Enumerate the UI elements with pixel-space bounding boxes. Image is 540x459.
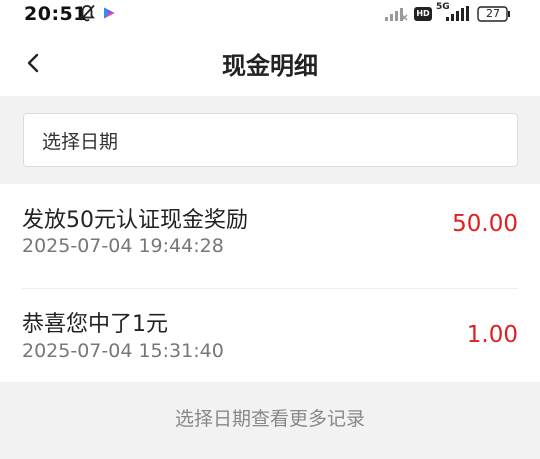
nav-bar: 现金明细 <box>0 30 540 96</box>
date-picker-input[interactable]: 选择日期 <box>23 113 518 167</box>
battery-level: 27 <box>486 7 500 20</box>
divider <box>22 288 518 289</box>
date-picker-placeholder: 选择日期 <box>42 130 119 153</box>
list-item[interactable]: 恭喜您中了1元 2025-07-04 15:31:40 1.00 <box>0 290 540 389</box>
signal-5g-icon <box>446 6 469 21</box>
hd-icon: HD <box>414 7 432 21</box>
bell-muted-icon <box>79 4 95 22</box>
more-records-hint: 选择日期查看更多记录 <box>0 382 540 459</box>
filter-area: 选择日期 <box>0 96 540 184</box>
more-records-link[interactable]: 选择日期查看更多记录 <box>0 404 540 431</box>
record-amount: 1.00 <box>466 322 518 348</box>
status-bar: 20:51 HD 5G 27 <box>0 0 540 30</box>
play-icon <box>104 7 115 19</box>
record-title: 恭喜您中了1元 <box>22 312 168 337</box>
record-title: 发放50元认证现金奖励 <box>22 208 248 233</box>
record-time: 2025-07-04 15:31:40 <box>22 340 224 362</box>
record-time: 2025-07-04 19:44:28 <box>22 235 224 257</box>
list-item[interactable]: 发放50元认证现金奖励 2025-07-04 19:44:28 50.00 <box>0 184 540 289</box>
record-amount: 50.00 <box>452 211 518 237</box>
page-title: 现金明细 <box>222 52 318 80</box>
record-list: 发放50元认证现金奖励 2025-07-04 19:44:28 50.00 恭喜… <box>0 184 540 382</box>
signal-icon <box>385 8 408 21</box>
